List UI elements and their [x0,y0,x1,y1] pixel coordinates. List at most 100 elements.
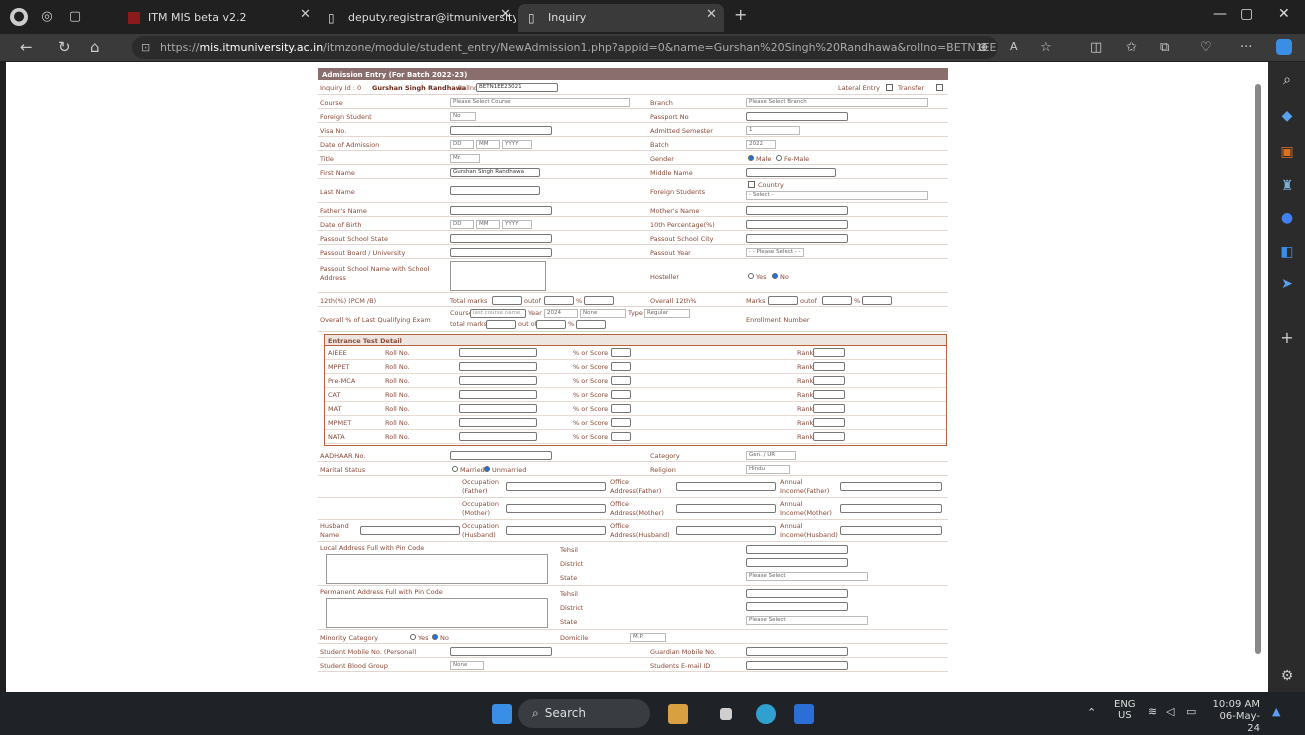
foreign-student-select[interactable]: No [450,112,476,121]
twelfth-percent-field[interactable] [584,296,614,305]
blood-group-select[interactable]: None [450,661,484,670]
word-icon[interactable] [794,704,814,724]
religion-select[interactable]: Hindu [746,465,790,474]
minority-no-radio[interactable] [432,634,438,640]
rollno-field[interactable]: BETN1EE23021 [476,83,558,92]
dob-day-select[interactable]: DD [450,220,474,229]
wifi-icon[interactable]: ≋ [1148,705,1157,718]
perm-state-select[interactable]: Please Select [746,616,868,625]
entrance-rank-field[interactable] [813,432,845,441]
entrance-roll-field[interactable] [459,418,537,427]
permanent-address-textarea[interactable] [326,598,548,628]
local-district-field[interactable] [746,558,848,567]
lateral-entry-checkbox[interactable] [886,84,893,91]
school-city-field[interactable] [746,234,848,243]
close-window-icon[interactable]: ✕ [1278,6,1290,22]
collections-icon[interactable]: ⧉ [1160,40,1169,55]
entrance-roll-field[interactable] [459,362,537,371]
transfer-checkbox[interactable] [936,84,943,91]
admitted-semester-select[interactable]: 1 [746,126,800,135]
favorites-icon[interactable]: ✩ [1126,40,1137,55]
volume-icon[interactable]: ◁ [1166,705,1174,718]
course-select[interactable]: Please Select Course [450,98,630,107]
entrance-score-field[interactable] [611,390,631,399]
income-father-field[interactable] [840,482,942,491]
url-field[interactable]: ⊡ https://mis.itmuniversity.ac.in/itmzon… [132,36,998,59]
clock[interactable]: 10:09 AM 06-May-24 [1208,699,1260,735]
passout-year-select[interactable]: - - Please Select - - [746,248,804,257]
occupation-husband-field[interactable] [506,526,606,535]
olq-course-field[interactable]: last course name [470,309,526,318]
dob-year-select[interactable]: YYYY [502,220,532,229]
country-checkbox[interactable] [748,181,755,188]
profile-icon[interactable]: ● [10,8,28,26]
unmarried-radio[interactable] [484,466,490,472]
hosteller-yes-radio[interactable] [748,273,754,279]
overall-outof-field[interactable] [822,296,852,305]
school-state-field[interactable] [450,234,552,243]
income-husband-field[interactable] [840,526,942,535]
entrance-roll-field[interactable] [459,390,537,399]
entrance-score-field[interactable] [611,376,631,385]
split-screen-icon[interactable]: ◫ [1090,40,1102,55]
board-field[interactable] [450,248,552,257]
workspaces-icon[interactable]: ◎ [38,8,56,26]
dob-month-select[interactable]: MM [476,220,500,229]
perm-district-field[interactable] [746,602,848,611]
gender-male-radio[interactable] [748,155,754,161]
minority-yes-radio[interactable] [410,634,416,640]
twelfth-total-field[interactable] [492,296,522,305]
outlook-icon[interactable]: ◧ [1277,242,1297,262]
income-mother-field[interactable] [840,504,942,513]
entrance-rank-field[interactable] [813,376,845,385]
copilot-sidebar-icon[interactable]: ● [1277,208,1297,228]
chess-icon[interactable]: ♜ [1277,176,1297,196]
settings-icon[interactable]: ⚙ [1277,666,1297,686]
restore-icon[interactable]: ▢ [1240,6,1253,22]
entrance-score-field[interactable] [611,432,631,441]
notification-icon[interactable]: ▲ [1272,705,1280,718]
entrance-rank-field[interactable] [813,362,845,371]
add-sidebar-icon[interactable]: + [1277,328,1297,348]
show-hidden-icon[interactable]: ⌃ [1087,706,1096,719]
tag-icon[interactable]: ◆ [1277,106,1297,126]
new-tab-icon[interactable]: + [734,5,747,24]
entrance-score-field[interactable] [611,348,631,357]
tab-inquiry[interactable]: ▯ Inquiry [518,4,724,32]
language-indicator[interactable]: ENG US [1114,699,1136,721]
office-mother-field[interactable] [676,504,776,513]
local-address-textarea[interactable] [326,554,548,584]
entrance-roll-field[interactable] [459,348,537,357]
local-tehsil-field[interactable] [746,545,848,554]
close-tab-icon[interactable]: ✕ [706,7,717,22]
father-name-field[interactable] [450,206,552,215]
read-aloud-icon[interactable]: A [1010,40,1018,53]
gender-female-radio[interactable] [776,155,782,161]
passport-field[interactable] [746,112,848,121]
overall-percent-field[interactable] [862,296,892,305]
entrance-roll-field[interactable] [459,376,537,385]
visa-field[interactable] [450,126,552,135]
tab-deputy-registrar[interactable]: ▯ deputy.registrar@itmuniversity.a [318,4,516,32]
minimize-icon[interactable]: — [1213,6,1227,22]
category-select[interactable]: Gen. / UR [746,451,796,460]
windows-start-icon[interactable] [492,704,512,724]
hosteller-no-radio[interactable] [772,273,778,279]
copilot-icon[interactable] [1276,39,1292,55]
branch-select[interactable]: Please Select Branch [746,98,928,107]
tenth-percentage-field[interactable] [746,220,848,229]
olq-percent-field[interactable] [576,320,606,329]
olq-outof-field[interactable] [536,320,566,329]
entrance-roll-field[interactable] [459,404,537,413]
office-father-field[interactable] [676,482,776,491]
refresh-icon[interactable]: ↻ [58,38,71,56]
battery-icon[interactable]: ▭ [1186,705,1196,718]
occupation-mother-field[interactable] [506,504,606,513]
zoom-icon[interactable]: ⊕ [978,40,988,54]
twelfth-outof-field[interactable] [544,296,574,305]
title-select[interactable]: Mr. [450,154,480,163]
first-name-field[interactable]: Gurshan Singh Randhawa [450,168,540,177]
doa-year-select[interactable]: YYYY [502,140,532,149]
close-tab-icon[interactable]: ✕ [300,7,311,22]
send-icon[interactable]: ➤ [1277,274,1297,294]
